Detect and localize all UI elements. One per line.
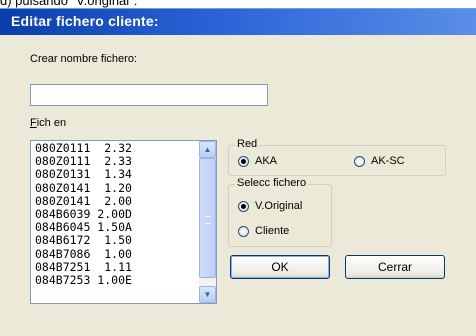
chevron-up-icon[interactable]: ▲ [199, 141, 216, 158]
radio-ak-sc-label: AK-SC [371, 155, 405, 167]
list-scrollbar[interactable]: ▲ ▼ [199, 141, 216, 303]
radio-cliente-label: Cliente [255, 225, 290, 237]
list-item[interactable]: 084B7251 1.11 [35, 260, 199, 274]
filename-input[interactable] [30, 84, 268, 106]
chevron-down-icon[interactable]: ▼ [199, 286, 216, 303]
radio-v-original-indicator[interactable] [238, 200, 249, 212]
top-caption: d) pulsando "V.original": [0, 0, 138, 8]
radio-aka-indicator[interactable] [238, 155, 249, 167]
radio-cliente-indicator[interactable] [238, 225, 249, 237]
list-item[interactable]: 080Z0141 1.20 [35, 181, 199, 195]
ok-button[interactable]: OK [230, 255, 330, 279]
thumb-grip [205, 216, 211, 224]
list-item[interactable]: 080Z0141 2.00 [35, 194, 199, 208]
radio-v-original[interactable]: V.Original [238, 200, 302, 212]
list-item[interactable]: 084B7086 1.00 [35, 247, 199, 261]
radio-aka[interactable]: AKA [238, 155, 277, 167]
create-filename-label: Crear nombre fichero: [30, 53, 137, 65]
list-item[interactable]: 084B7253 1.00E [35, 273, 199, 287]
edit-client-file-dialog: Editar fichero cliente: Crear nombre fic… [0, 8, 476, 336]
close-button[interactable]: Cerrar [345, 255, 445, 279]
radio-cliente[interactable]: Cliente [238, 225, 289, 237]
radio-aka-label: AKA [255, 155, 278, 167]
radio-ak-sc-indicator[interactable] [354, 155, 365, 167]
list-item[interactable]: 084B6172 1.50 [35, 234, 199, 247]
file-list-items: 080Z0111 2.32 080Z0111 2.33 080Z0131 1.3… [35, 141, 199, 287]
radio-ak-sc[interactable]: AK-SC [354, 155, 405, 167]
dialog-title: Editar fichero cliente: [11, 13, 159, 29]
scrollbar-thumb[interactable] [199, 158, 216, 278]
red-group-legend: Red [235, 138, 260, 150]
select-file-legend: Selecc fichero [235, 177, 309, 189]
red-groupbox: Red AKA AK-SC [228, 138, 446, 176]
dialog-titlebar[interactable]: Editar fichero cliente: [0, 8, 476, 35]
radio-v-original-label: V.Original [255, 200, 303, 212]
select-file-groupbox: Selecc fichero V.Original Cliente [228, 177, 332, 247]
list-item[interactable]: 080Z0131 1.34 [35, 168, 199, 181]
file-listbox[interactable]: 080Z0111 2.32 080Z0111 2.33 080Z0131 1.3… [30, 140, 217, 304]
file-list-label: Fich en [30, 117, 67, 129]
